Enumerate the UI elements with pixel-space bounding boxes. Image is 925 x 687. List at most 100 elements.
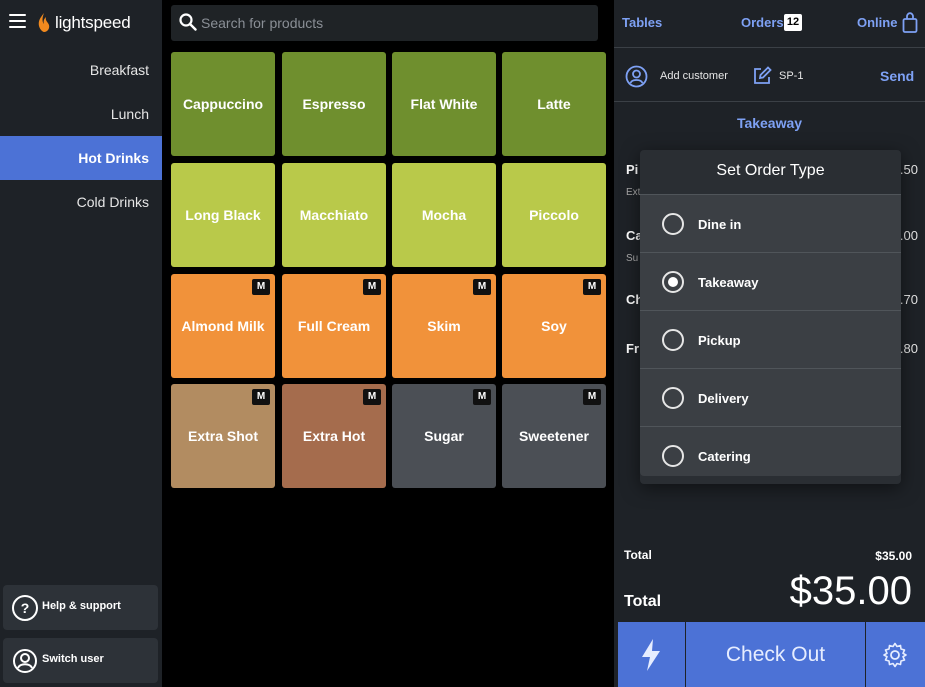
add-customer-label[interactable]: Add customer <box>660 70 728 82</box>
product-name: Cappuccino <box>182 96 264 112</box>
product-name: Extra Hot <box>302 428 366 444</box>
product-name: Flat White <box>410 96 478 112</box>
order-line-price: .70 <box>899 292 918 307</box>
category-lunch[interactable]: Lunch <box>0 92 162 136</box>
product-name: Piccolo <box>529 207 579 223</box>
product-name: Sweetener <box>518 428 590 444</box>
product-tile[interactable]: Cappuccino <box>171 52 275 156</box>
pos-app: lightspeed Breakfast Lunch Hot Drinks Co… <box>0 0 925 687</box>
order-line-name[interactable]: Pi <box>626 162 638 177</box>
orders-tab[interactable]: Orders <box>741 15 784 30</box>
order-type-modal: Set Order Type Dine in Takeaway Pickup D… <box>640 150 901 484</box>
order-type-option-takeaway[interactable]: Takeaway <box>640 252 901 310</box>
modifier-badge: M <box>583 389 601 405</box>
option-label: Takeaway <box>698 275 759 290</box>
modifier-badge: M <box>363 279 381 295</box>
modal-title: Set Order Type <box>716 162 825 179</box>
customer-bar: Add customer SP-1 Send <box>614 49 925 102</box>
lightning-icon <box>642 639 660 671</box>
order-type-option-dine-in[interactable]: Dine in <box>640 194 901 252</box>
switch-user-button[interactable]: Switch user <box>3 638 158 683</box>
product-name: Latte <box>537 96 571 112</box>
search-bar <box>171 5 598 41</box>
order-type-option-pickup[interactable]: Pickup <box>640 310 901 368</box>
check-out-button[interactable]: Check Out <box>686 622 865 687</box>
help-icon: ? <box>12 595 38 621</box>
switch-user-label: Switch user <box>42 653 104 665</box>
product-tile[interactable]: Espresso <box>282 52 386 156</box>
shopping-bag-icon[interactable] <box>902 12 918 33</box>
product-tile[interactable]: Flat White <box>392 52 496 156</box>
product-tile[interactable]: M Almond Milk <box>171 274 275 378</box>
product-tile[interactable]: Piccolo <box>502 163 606 267</box>
product-name: Mocha <box>421 207 467 223</box>
product-tile[interactable]: Macchiato <box>282 163 386 267</box>
radio-button[interactable] <box>662 329 684 351</box>
orders-count-badge: 12 <box>784 14 802 31</box>
total-label-small: Total <box>624 548 652 562</box>
menu-icon[interactable] <box>9 14 26 28</box>
product-tile[interactable]: M Full Cream <box>282 274 386 378</box>
modifier-badge: M <box>473 279 491 295</box>
search-input[interactable] <box>201 5 591 41</box>
option-label: Dine in <box>698 217 742 232</box>
radio-button[interactable] <box>662 445 684 467</box>
order-line-price: .00 <box>899 228 918 243</box>
order-type-label[interactable]: Takeaway <box>614 115 925 131</box>
product-tile[interactable]: M Sweetener <box>502 384 606 488</box>
radio-button-selected[interactable] <box>662 271 684 293</box>
order-id: SP-1 <box>779 70 804 82</box>
settings-button[interactable] <box>866 622 925 687</box>
modifier-badge: M <box>363 389 381 405</box>
product-name: Full Cream <box>297 318 371 334</box>
order-line-sub: Ext <box>626 187 641 198</box>
product-tile[interactable]: M Extra Hot <box>282 384 386 488</box>
gear-icon <box>883 642 907 668</box>
product-tile[interactable]: M Skim <box>392 274 496 378</box>
add-customer-icon[interactable] <box>625 65 648 88</box>
order-type-option-delivery[interactable]: Delivery <box>640 368 901 426</box>
product-name: Long Black <box>185 207 261 223</box>
modifier-badge: M <box>252 279 270 295</box>
product-name: Macchiato <box>299 207 369 223</box>
category-breakfast[interactable]: Breakfast <box>0 48 162 92</box>
search-icon <box>179 13 197 31</box>
order-line-name[interactable]: Fr <box>626 341 639 356</box>
option-label: Pickup <box>698 333 741 348</box>
option-label: Catering <box>698 449 751 464</box>
product-tile[interactable]: Long Black <box>171 163 275 267</box>
order-topbar: Tables Orders 12 Online <box>614 0 925 48</box>
radio-button[interactable] <box>662 213 684 235</box>
total-label: Total <box>624 593 662 610</box>
product-name: Skim <box>427 318 461 334</box>
category-cold-drinks[interactable]: Cold Drinks <box>0 180 162 224</box>
tables-tab[interactable]: Tables <box>622 15 662 30</box>
user-icon <box>13 649 37 673</box>
product-name: Almond Milk <box>181 318 265 334</box>
product-name: Sugar <box>424 428 464 444</box>
radio-button[interactable] <box>662 387 684 409</box>
online-tab[interactable]: Online <box>857 15 897 30</box>
modifier-badge: M <box>583 279 601 295</box>
product-name: Soy <box>541 318 567 334</box>
order-line-sub: Su <box>626 253 639 264</box>
product-tile[interactable]: M Extra Shot <box>171 384 275 488</box>
edit-icon[interactable] <box>752 66 772 86</box>
total-value-small: $35.00 <box>875 549 912 563</box>
product-name: Espresso <box>302 96 366 112</box>
order-type-option-catering[interactable]: Catering <box>640 426 901 476</box>
help-support-button[interactable]: ? Help & support <box>3 585 158 630</box>
sidebar: lightspeed Breakfast Lunch Hot Drinks Co… <box>0 0 162 687</box>
help-support-label: Help & support <box>42 600 121 612</box>
product-tile[interactable]: M Soy <box>502 274 606 378</box>
product-tile[interactable]: Mocha <box>392 163 496 267</box>
send-button[interactable]: Send <box>880 68 914 84</box>
category-hot-drinks[interactable]: Hot Drinks <box>0 136 162 180</box>
order-line-price: .50 <box>899 162 918 177</box>
product-name: Extra Shot <box>187 428 258 444</box>
logo-text: lightspeed <box>55 13 131 32</box>
product-tile[interactable]: Latte <box>502 52 606 156</box>
product-tile[interactable]: M Sugar <box>392 384 496 488</box>
total-value: $35.00 <box>789 569 912 613</box>
quick-pay-button[interactable] <box>618 622 685 687</box>
